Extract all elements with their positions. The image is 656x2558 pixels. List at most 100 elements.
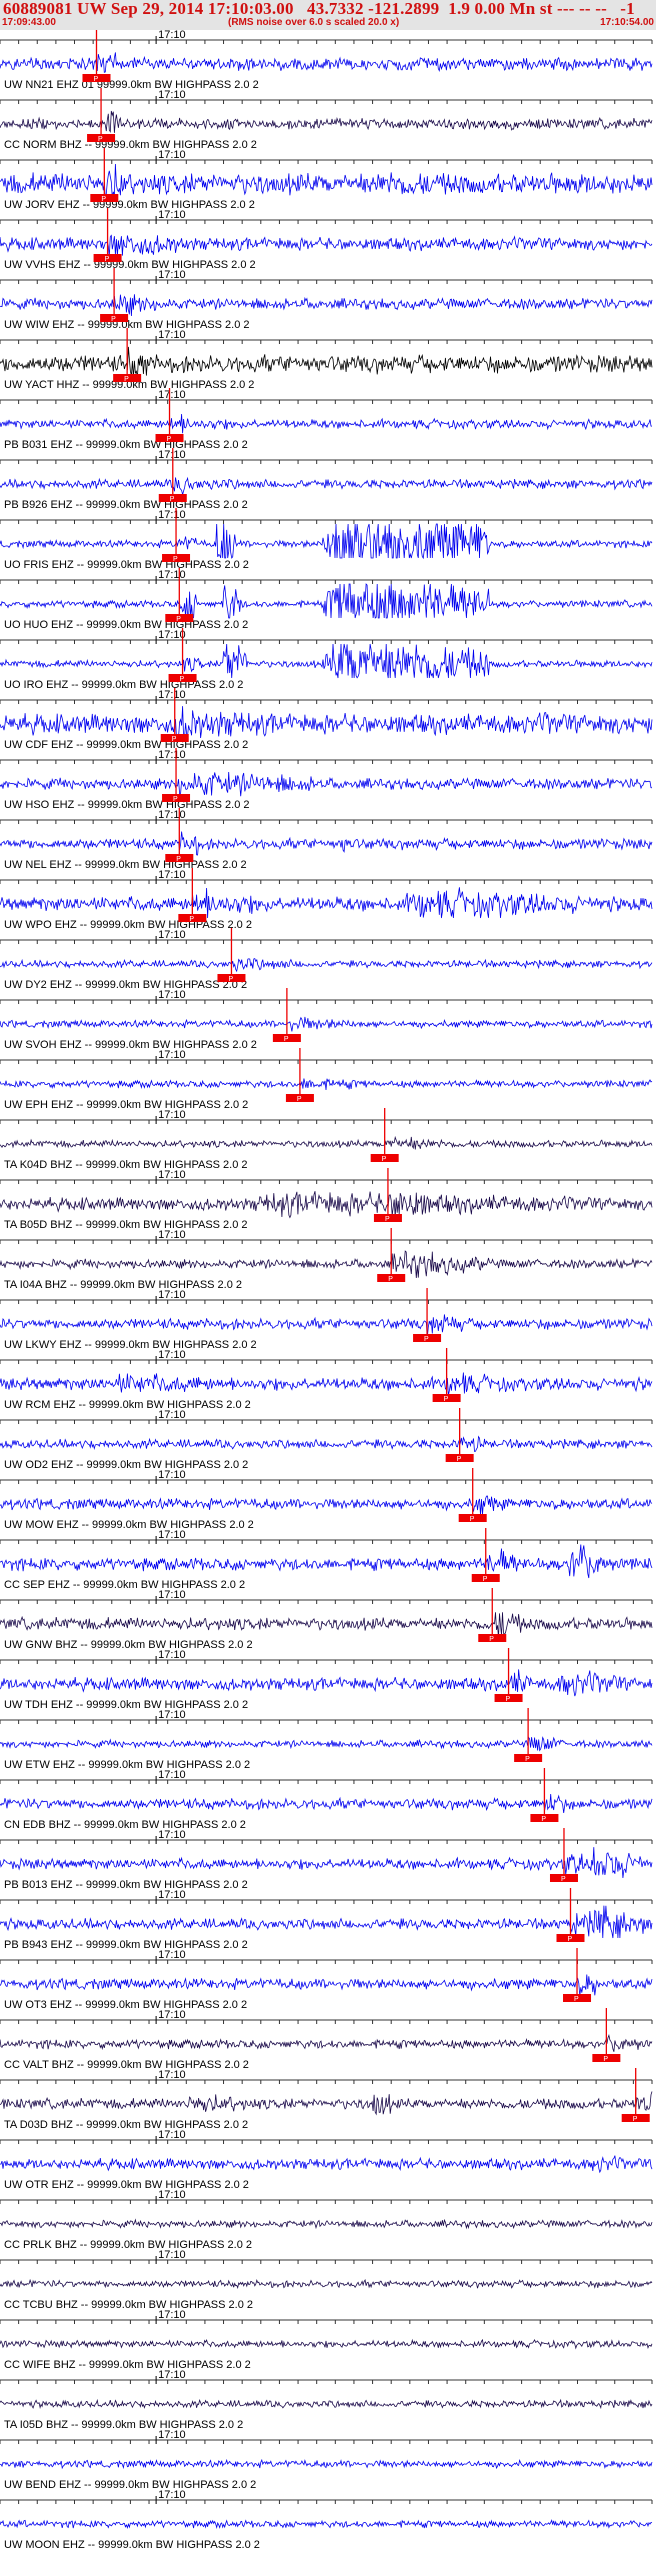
pick-label: P — [424, 1336, 429, 1343]
waveform-trace — [0, 1544, 653, 1579]
window-start-time: 17:09:43.00 — [2, 17, 56, 28]
pick-label: P — [483, 1576, 488, 1583]
waveform-trace — [0, 1793, 653, 1813]
channel-label: UW OTR EHZ -- 99999.0km BW HIGHPASS 2.0 … — [4, 2179, 249, 2191]
channel-label: UO HUO EHZ -- 99999.0km BW HIGHPASS 2.0 … — [4, 619, 248, 631]
pick-label: P — [93, 76, 98, 83]
waveform-trace — [0, 52, 653, 73]
tick-label: 17:10 — [158, 1049, 186, 1061]
channel-row: 17:10 UW EPH EHZ -- 99999.0km BW HIGHPASS… — [0, 1048, 653, 1111]
channel-row: 17:10 UW LKWY EHZ -- 99999.0km BW HIGHPAS… — [0, 1288, 653, 1351]
tick-label: 17:10 — [158, 1529, 186, 1541]
tick-label: 17:10 — [158, 1229, 186, 1241]
tick-label: 17:10 — [158, 2309, 186, 2321]
channel-row: 17:10 CC PRLK BHZ -- 99999.0km BW HIGHPAS… — [0, 2189, 653, 2251]
channel-label: UW WPO EHZ -- 99999.0km BW HIGHPASS 2.0 … — [4, 919, 252, 931]
channel-row: 17:10 UO FRIS EHZ -- 99999.0km BW HIGHPAS… — [0, 508, 653, 571]
pick-label: P — [124, 376, 129, 383]
channel-label: UW NEL EHZ -- 99999.0km BW HIGHPASS 2.0 … — [4, 859, 247, 871]
waveform-trace — [0, 771, 653, 797]
tick-label: 17:10 — [158, 1169, 186, 1181]
tick-label: 17:10 — [158, 1589, 186, 1601]
waveform-trace — [0, 958, 653, 973]
tick-label: 17:10 — [158, 2369, 186, 2381]
pick-label: P — [101, 196, 106, 203]
channel-label: CC NORM BHZ -- 99999.0km BW HIGHPASS 2.0… — [4, 139, 257, 151]
waveform-trace — [0, 2278, 653, 2290]
channel-label: UW MOON EHZ -- 99999.0km BW HIGHPASS 2.0… — [4, 2539, 260, 2551]
channel-label: CC TCBU BHZ -- 99999.0km BW HIGHPASS 2.0… — [4, 2299, 253, 2311]
pick-label: P — [489, 1636, 494, 1643]
tick-label: 17:10 — [158, 869, 186, 881]
channel-label: CC PRLK BHZ -- 99999.0km BW HIGHPASS 2.0… — [4, 2239, 252, 2251]
tick-label: 17:10 — [158, 209, 186, 221]
tick-label: 17:10 — [158, 2489, 186, 2501]
pick-label: P — [189, 916, 194, 923]
channel-row: 17:10 UW MOON EHZ -- 99999.0km BW HIGHPAS… — [0, 2489, 653, 2551]
pick-label: P — [444, 1396, 449, 1403]
channel-row: 17:10 TA I04A BHZ -- 99999.0km BW HIGHPAS… — [0, 1228, 653, 1291]
tick-label: 17:10 — [158, 1649, 186, 1661]
channel-row: 17:10 UW WPO EHZ -- 99999.0km BW HIGHPASS… — [0, 868, 653, 931]
channel-row: 17:10 CC TCBU BHZ -- 99999.0km BW HIGHPAS… — [0, 2249, 653, 2311]
channel-row: 17:10 PB B943 EHZ -- 99999.0km BW HIGHPAS… — [0, 1888, 653, 1951]
pick-label: P — [525, 1756, 530, 1763]
channel-row: 17:10 UW RCM EHZ -- 99999.0km BW HIGHPASS… — [0, 1348, 653, 1411]
pick-label: P — [457, 1456, 462, 1463]
tick-label: 17:10 — [158, 569, 186, 581]
channel-row: 17:10 UW JORV EHZ -- 99999.0km BW HIGHPAS… — [0, 148, 653, 211]
pick-label: P — [172, 736, 177, 743]
waveform-trace — [0, 163, 653, 199]
channel-row: 17:10 UW NN21 EHZ 01 99999.0km BW HIGHPAS… — [0, 30, 653, 91]
channel-label: UW VVHS EHZ -- 99999.0km BW HIGHPASS 2.0… — [4, 259, 256, 271]
tick-label: 17:10 — [158, 509, 186, 521]
tick-label: 17:10 — [158, 1349, 186, 1361]
channel-row: 17:10 UW VVHS EHZ -- 99999.0km BW HIGHPAS… — [0, 208, 653, 271]
pick-label: P — [176, 856, 181, 863]
pick-label: P — [297, 1096, 302, 1103]
waveform-trace — [0, 1669, 653, 1697]
waveform-trace — [0, 1847, 653, 1879]
channel-label: UW OD2 EHZ -- 99999.0km BW HIGHPASS 2.0 … — [4, 1459, 248, 1471]
channel-label: TA B05D BHZ -- 99999.0km BW HIGHPASS 2.0… — [4, 1219, 248, 1231]
tick-label: 17:10 — [158, 989, 186, 1001]
channel-row: 17:10 UW OD2 EHZ -- 99999.0km BW HIGHPASS… — [0, 1408, 653, 1471]
channel-label: UW ETW EHZ -- 99999.0km BW HIGHPASS 2.0 … — [4, 1759, 250, 1771]
tick-label: 17:10 — [158, 149, 186, 161]
waveform-trace — [0, 1612, 653, 1639]
pick-label: P — [603, 2056, 608, 2063]
waveform-trace — [0, 234, 653, 257]
tick-label: 17:10 — [158, 2429, 186, 2441]
waveform-trace — [0, 887, 653, 919]
channel-row: 17:10 UW SVOH EHZ -- 99999.0km BW HIGHPAS… — [0, 988, 653, 1051]
channel-label: UO IRO EHZ -- 99999.0km BW HIGHPASS 2.0 … — [4, 679, 243, 691]
waveform-trace — [0, 1905, 653, 1939]
waveform-trace — [0, 523, 653, 560]
pick-label: P — [568, 1936, 573, 1943]
channel-label: CC SEP EHZ -- 99999.0km BW HIGHPASS 2.0 … — [4, 1579, 245, 1591]
channel-label: CC WIFE BHZ -- 99999.0km BW HIGHPASS 2.0… — [4, 2359, 251, 2371]
tick-label: 17:10 — [158, 329, 186, 341]
waveform-trace — [0, 643, 653, 679]
window-end-time: 17:10:54.00 — [600, 17, 654, 28]
waveform-trace — [0, 1736, 653, 1752]
channel-row: 17:10 CC WIFE BHZ -- 99999.0km BW HIGHPAS… — [0, 2309, 653, 2371]
waveform-trace — [0, 413, 653, 434]
channel-label: TA I05D BHZ -- 99999.0km BW HIGHPASS 2.0… — [4, 2419, 243, 2431]
channel-row: 17:10 PB B031 EHZ -- 99999.0km BW HIGHPAS… — [0, 388, 653, 451]
channel-label: UW DY2 EHZ -- 99999.0km BW HIGHPASS 2.0 … — [4, 979, 247, 991]
waveform-trace — [0, 346, 653, 379]
channel-label: TA K04D BHZ -- 99999.0km BW HIGHPASS 2.0… — [4, 1159, 248, 1171]
pick-label: P — [105, 256, 110, 263]
channel-label: UO FRIS EHZ -- 99999.0km BW HIGHPASS 2.0… — [4, 559, 249, 571]
channel-row: 17:10 CC NORM BHZ -- 99999.0km BW HIGHPAS… — [0, 88, 653, 151]
pick-label: P — [173, 556, 178, 563]
channel-label: UW LKWY EHZ -- 99999.0km BW HIGHPASS 2.0… — [4, 1339, 257, 1351]
tick-label: 17:10 — [158, 2129, 186, 2141]
channel-row: 17:10 TA I05D BHZ -- 99999.0km BW HIGHPAS… — [0, 2369, 653, 2431]
channel-row: 17:10UW WIW EHZ -- 99999.0km BW HIGHPASS… — [0, 268, 653, 331]
waveform-trace — [0, 1191, 653, 1219]
channel-row: 17:10 TA B05D BHZ -- 99999.0km BW HIGHPAS… — [0, 1168, 653, 1231]
waveform-trace — [0, 476, 653, 495]
waveform-trace — [0, 1078, 653, 1091]
